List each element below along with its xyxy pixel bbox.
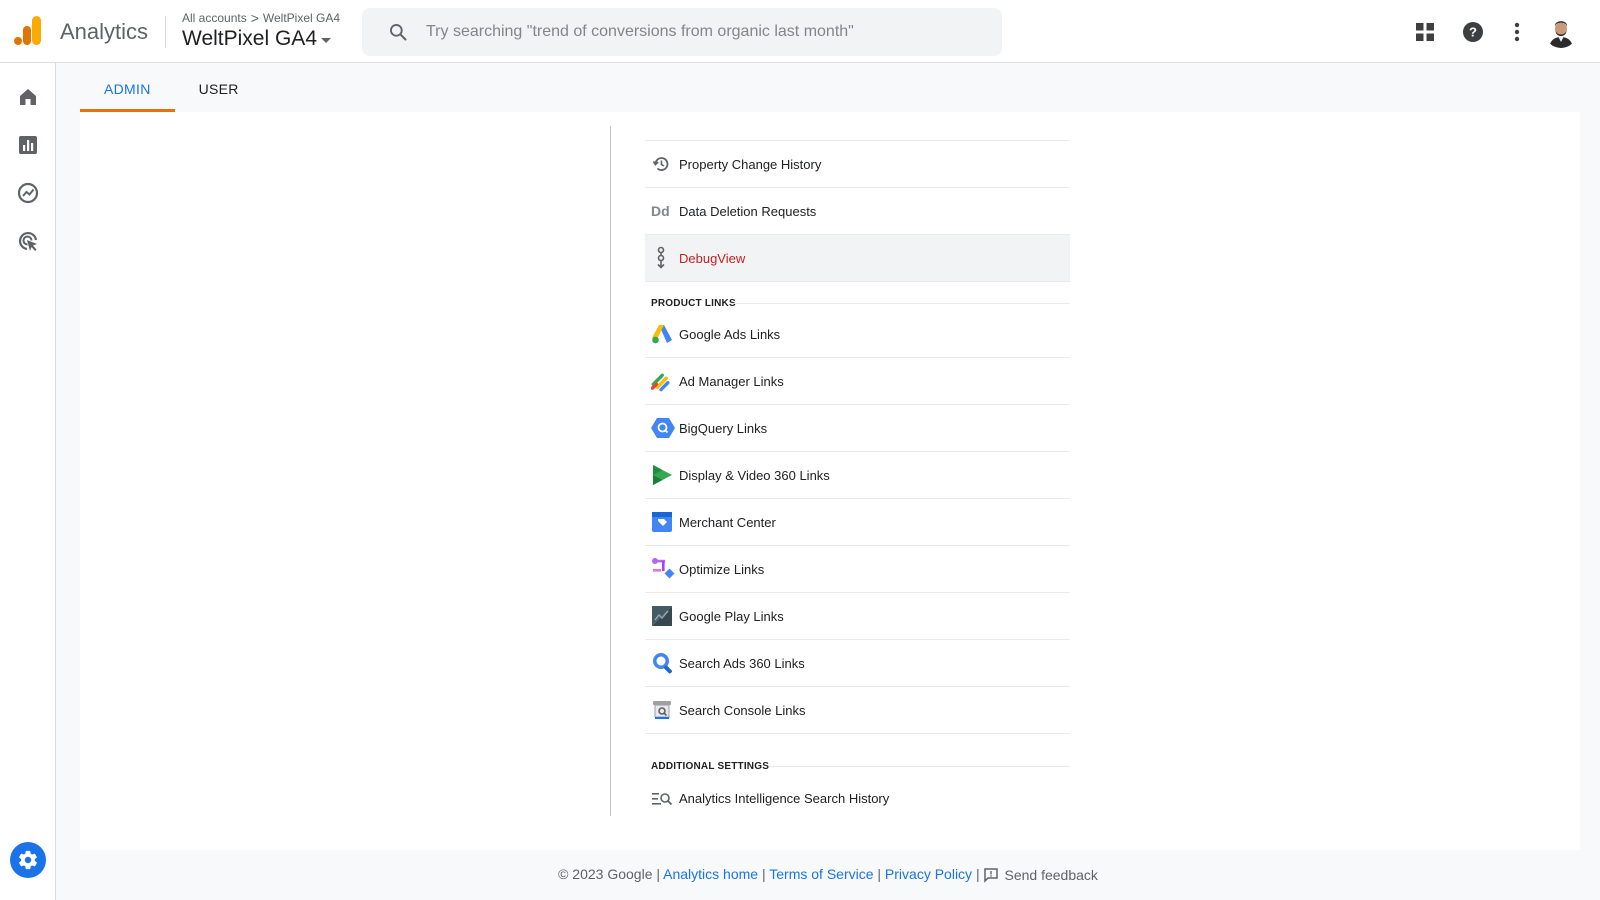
divider <box>769 766 1070 767</box>
menu-item-search-console-links[interactable]: Search Console Links <box>645 687 1070 734</box>
menu-item-merchant-center[interactable]: Merchant Center <box>645 499 1070 546</box>
section-heading-product-links: PRODUCT LINKS <box>651 298 736 309</box>
menu-item-label: Display & Video 360 Links <box>679 467 830 483</box>
privacy-policy-link[interactable]: Privacy Policy <box>885 866 972 882</box>
analytics-home-link[interactable]: Analytics home <box>663 866 758 882</box>
menu-item-google-ads-links[interactable]: Google Ads Links <box>645 311 1070 358</box>
admin-gear-icon[interactable] <box>10 842 46 878</box>
footer-separator: | <box>761 866 766 882</box>
menu-item-label: Analytics Intelligence Search History <box>679 791 890 806</box>
menu-item-ad-manager-links[interactable]: Ad Manager Links <box>645 358 1070 405</box>
google-ads-icon <box>645 322 679 346</box>
search-history-icon <box>645 787 679 811</box>
menu-item-analytics-intelligence-search-history[interactable]: Analytics Intelligence Search History <box>645 775 1070 822</box>
avatar[interactable] <box>1545 16 1577 48</box>
optimize-icon <box>645 557 679 581</box>
bigquery-icon <box>645 416 679 440</box>
menu-item-label: BigQuery Links <box>679 420 768 436</box>
send-feedback-label: Send feedback <box>1004 867 1098 884</box>
divider <box>731 303 1070 304</box>
explore-icon[interactable] <box>16 181 40 205</box>
breadcrumb: All accounts > WeltPixel GA4 <box>182 11 340 25</box>
menu-item-label: Data Deletion Requests <box>679 203 817 219</box>
send-feedback-button[interactable]: Send feedback <box>983 867 1098 884</box>
reports-icon[interactable] <box>16 133 40 157</box>
search-input[interactable] <box>426 8 986 56</box>
menu-item-label: Optimize Links <box>679 561 765 577</box>
menu-item-label: Merchant Center <box>679 514 776 530</box>
brand-divider <box>165 16 166 48</box>
property-name: WeltPixel GA4 <box>182 27 317 50</box>
chevron-right-icon: > <box>250 10 259 26</box>
menu-item-label: Search Console Links <box>679 702 806 718</box>
menu-item-optimize-links[interactable]: Optimize Links <box>645 546 1070 593</box>
footer-separator: | <box>656 866 661 882</box>
terms-of-service-link[interactable]: Terms of Service <box>769 866 873 882</box>
search-bar[interactable] <box>362 8 1002 56</box>
menu-item-bigquery-links[interactable]: BigQuery Links <box>645 405 1070 452</box>
section-heading-additional-settings: ADDITIONAL SETTINGS <box>651 761 770 772</box>
menu-item-display-video-360-links[interactable]: Display & Video 360 Links <box>645 452 1070 499</box>
admin-tabs: ADMIN USER <box>80 66 263 112</box>
column-divider <box>610 126 611 816</box>
analytics-logo-icon[interactable] <box>14 16 42 46</box>
brand-name: Analytics <box>60 19 149 44</box>
breadcrumb-account[interactable]: WeltPixel GA4 <box>263 11 340 25</box>
menu-item-label: Search Ads 360 Links <box>679 655 805 671</box>
help-icon[interactable]: ? <box>1461 20 1485 44</box>
search-icon <box>390 24 407 41</box>
debug-icon <box>645 246 679 270</box>
footer-separator: | <box>975 866 980 882</box>
menu-item-debugview[interactable]: DebugView <box>645 235 1070 282</box>
menu-item-label: Google Ads Links <box>679 326 781 342</box>
data-deletion-icon: Dd <box>651 203 670 219</box>
breadcrumb-all-accounts[interactable]: All accounts <box>182 11 247 25</box>
menu-item-data-deletion-requests[interactable]: Dd Data Deletion Requests <box>645 188 1070 235</box>
apps-grid-icon[interactable] <box>1413 20 1437 44</box>
caret-down-icon <box>321 38 331 43</box>
merchant-center-icon <box>645 510 679 534</box>
top-bar: Analytics All accounts > WeltPixel GA4 W… <box>0 0 1600 63</box>
ad-manager-icon <box>645 369 679 393</box>
menu-item-google-play-links[interactable]: Google Play Links <box>645 593 1070 640</box>
google-play-icon <box>645 604 679 628</box>
footer: © 2023 Google | Analytics home | Terms o… <box>56 866 1600 883</box>
menu-item-search-ads-360-links[interactable]: Search Ads 360 Links <box>645 640 1070 687</box>
menu-item-property-change-history[interactable]: Property Change History <box>645 141 1070 188</box>
search-console-icon <box>645 698 679 722</box>
advertising-icon[interactable] <box>16 229 40 253</box>
more-vert-icon[interactable] <box>1505 20 1529 44</box>
property-selector[interactable]: WeltPixel GA4 <box>182 27 331 51</box>
search-ads-360-icon <box>645 651 679 675</box>
copyright: © 2023 Google <box>558 866 653 882</box>
menu-item-label: Ad Manager Links <box>679 373 784 389</box>
menu-item-label: Property Change History <box>679 156 822 172</box>
menu-item-label: Google Play Links <box>679 608 784 624</box>
feedback-icon <box>984 868 999 884</box>
tab-user[interactable]: USER <box>175 66 263 112</box>
svg-text:?: ? <box>1469 25 1477 40</box>
display-video-360-icon <box>645 463 679 487</box>
history-icon <box>645 152 679 176</box>
footer-separator: | <box>877 866 882 882</box>
tab-admin[interactable]: ADMIN <box>80 66 175 112</box>
menu-item-label: DebugView <box>679 250 746 266</box>
admin-panel: Property Change History Dd Data Deletion… <box>80 112 1580 850</box>
left-nav <box>0 63 56 900</box>
home-icon[interactable] <box>16 85 40 109</box>
